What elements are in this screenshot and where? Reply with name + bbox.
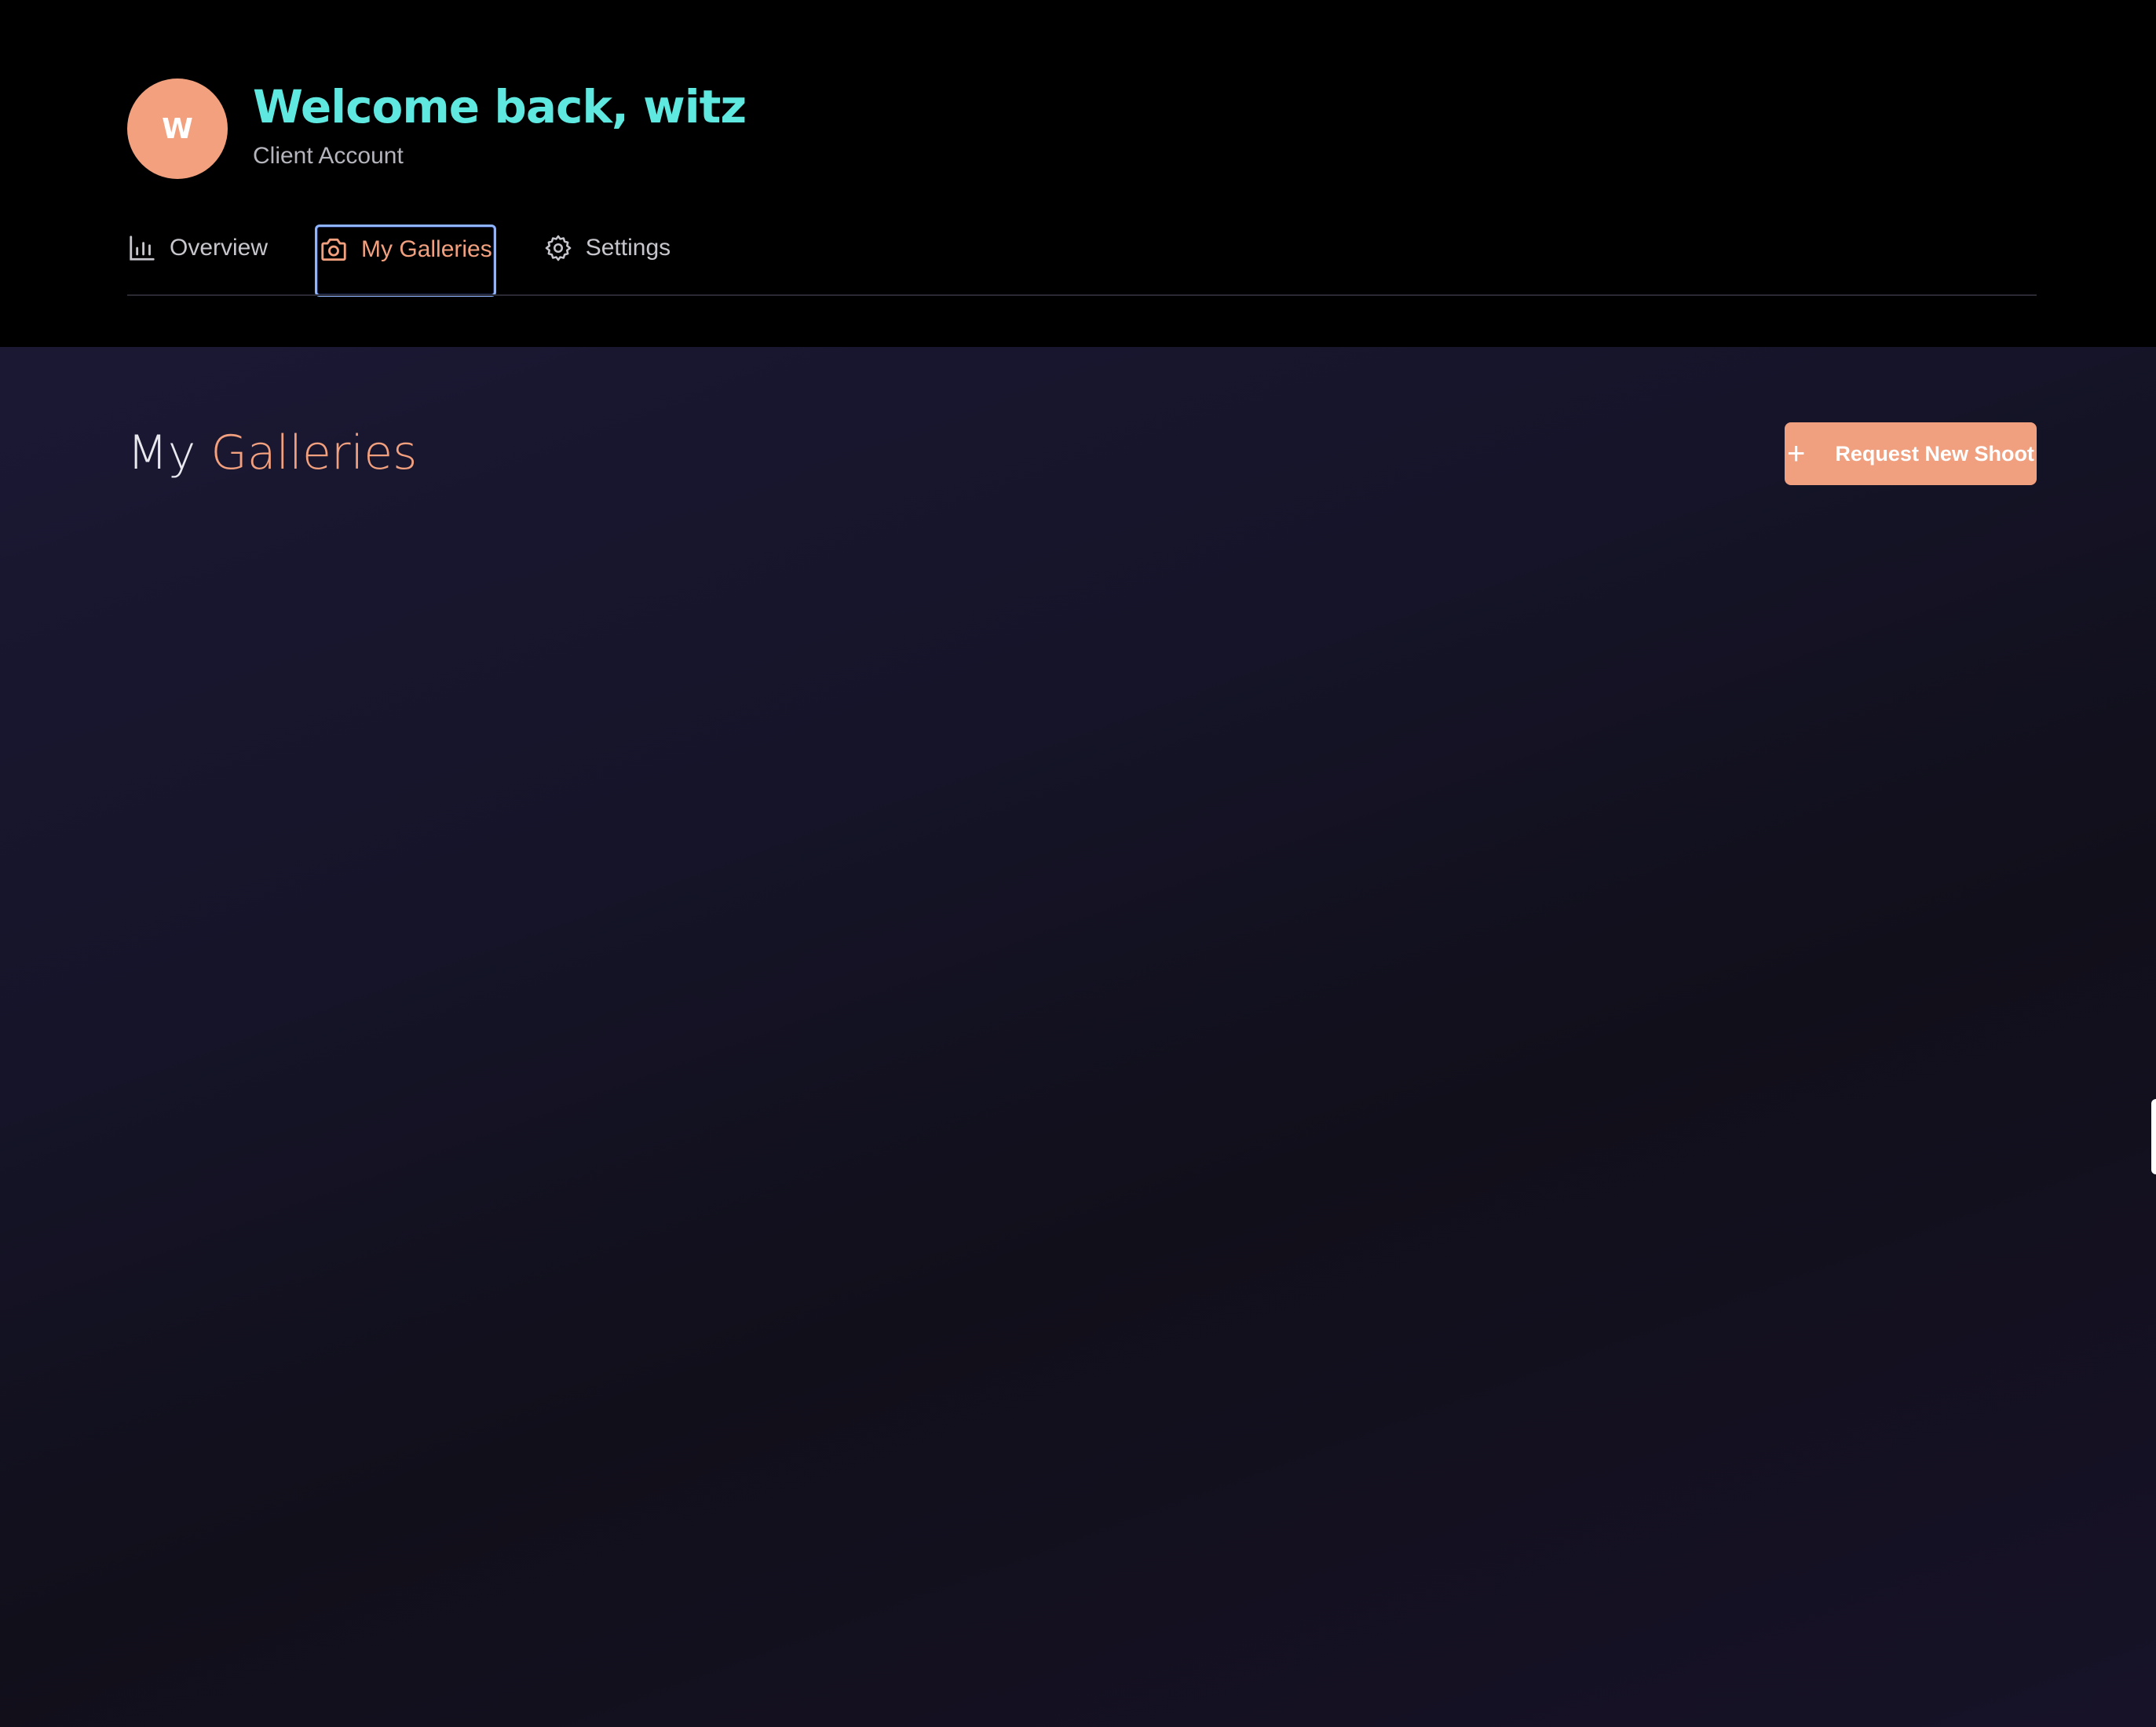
request-new-shoot-label: Request New Shoot (1835, 441, 2034, 466)
tab-label: My Galleries (361, 236, 492, 262)
bar-chart-icon (127, 233, 157, 263)
tab-my-galleries[interactable]: My Galleries (315, 225, 496, 297)
request-new-shoot-button[interactable]: + Request New Shoot (1785, 422, 2037, 485)
plus-icon: + (1787, 436, 1806, 471)
galleries-panel: My Galleries + Request New Shoot (0, 347, 2156, 1727)
side-panel-handle[interactable] (2151, 1099, 2156, 1174)
tabs-divider (127, 294, 2037, 296)
page-title: My Galleries (127, 425, 417, 480)
tab-bar: Overview My Galleries Settings (127, 225, 671, 297)
welcome-heading: Welcome back, witz (253, 80, 747, 133)
gear-icon (543, 233, 573, 263)
tab-settings[interactable]: Settings (543, 225, 671, 272)
page-title-part1: My (127, 425, 196, 480)
camera-icon (319, 235, 349, 265)
account-type-label: Client Account (253, 143, 404, 169)
page-title-part2: Galleries (210, 425, 418, 480)
tab-overview[interactable]: Overview (127, 225, 268, 272)
tab-label: Overview (170, 235, 269, 261)
tab-label: Settings (585, 235, 671, 261)
avatar[interactable]: W (127, 78, 228, 179)
dashboard-header: W Welcome back, witz Client Account Over… (0, 0, 2156, 347)
